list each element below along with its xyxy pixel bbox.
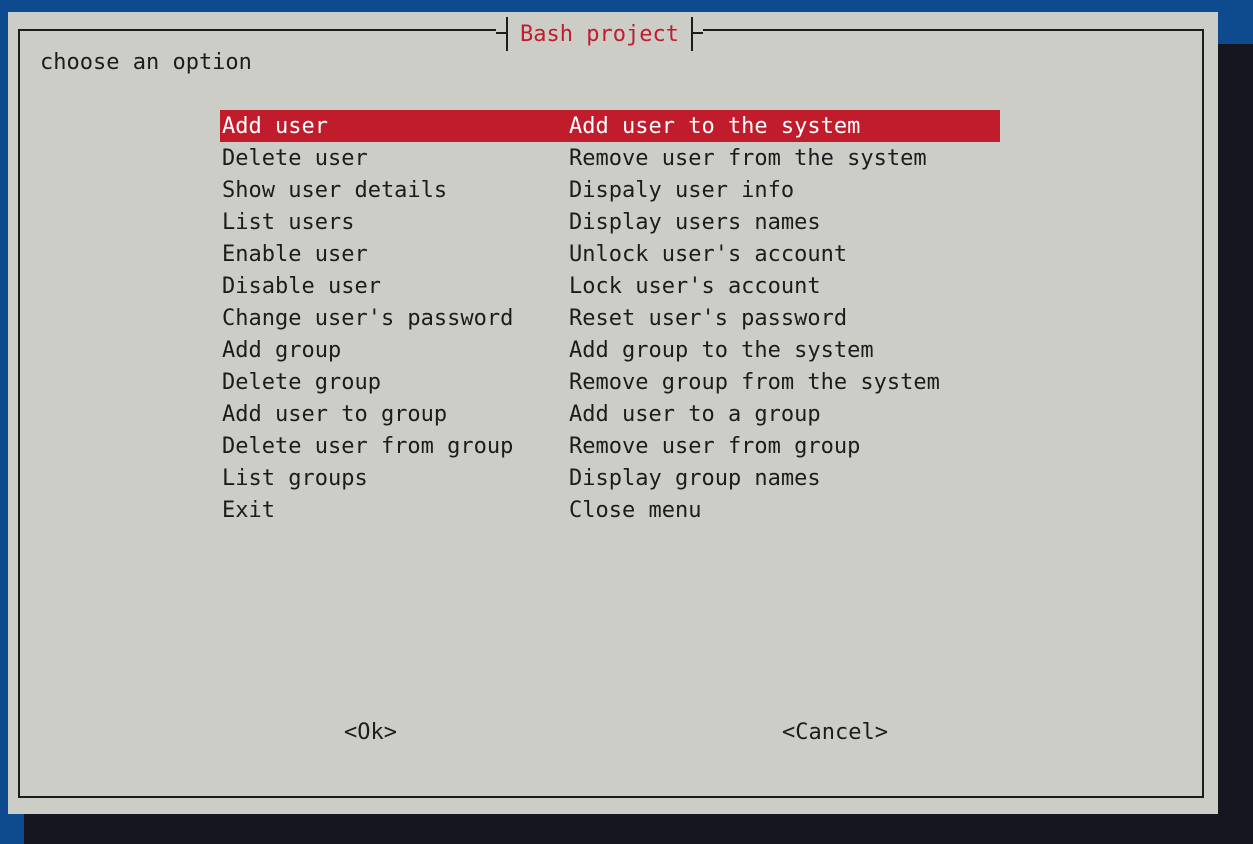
menu-item-description: Unlock user's account (569, 241, 848, 267)
cancel-button[interactable]: <Cancel> (782, 720, 888, 745)
menu-item-show-user-details[interactable]: Show user details Dispaly user info (220, 174, 1000, 206)
menu-item-description: Add group to the system (569, 337, 874, 363)
menu-item-add-user[interactable]: Add user Add user to the system (220, 110, 1000, 142)
dialog-prompt: choose an option (40, 50, 252, 75)
title-border-right (690, 17, 703, 51)
menu-item-description: Display group names (569, 465, 821, 491)
menu-item-tag: Change user's password (222, 305, 514, 331)
menu-item-description: Close menu (569, 497, 702, 523)
menu-item-tag: Enable user (222, 241, 368, 267)
menu-item-tag: Delete user from group (222, 433, 514, 459)
menu-item-exit[interactable]: Exit Close menu (220, 494, 1000, 526)
menu-item-tag: List groups (222, 465, 368, 491)
dialog-shadow-bottom (24, 814, 1253, 844)
menu-item-description: Remove group from the system (569, 369, 940, 395)
menu-list: Add user Add user to the system Delete u… (220, 110, 1000, 526)
menu-item-enable-user[interactable]: Enable user Unlock user's account (220, 238, 1000, 270)
menu-item-description: Lock user's account (569, 273, 821, 299)
menu-item-tag: Add user to group (222, 401, 448, 427)
dialog-shadow-right (1218, 44, 1253, 844)
menu-item-delete-group[interactable]: Delete group Remove group from the syste… (220, 366, 1000, 398)
menu-item-tag: Add group (222, 337, 342, 363)
ok-button[interactable]: <Ok> (344, 720, 397, 745)
menu-item-disable-user[interactable]: Disable user Lock user's account (220, 270, 1000, 302)
menu-item-change-password[interactable]: Change user's password Reset user's pass… (220, 302, 1000, 334)
dialog-window: Bash project choose an option Add user A… (8, 12, 1218, 814)
menu-item-tag: Disable user (222, 273, 381, 299)
menu-item-tag: Show user details (222, 177, 448, 203)
menu-item-tag: Add user (222, 113, 328, 139)
menu-item-tag: Delete group (222, 369, 381, 395)
title-border-left (496, 17, 508, 51)
menu-item-description: Remove user from group (569, 433, 861, 459)
menu-item-delete-user-from-group[interactable]: Delete user from group Remove user from … (220, 430, 1000, 462)
menu-item-tag: Delete user (222, 145, 368, 171)
menu-item-description: Display users names (569, 209, 821, 235)
menu-item-description: Dispaly user info (569, 177, 795, 203)
menu-item-list-users[interactable]: List users Display users names (220, 206, 1000, 238)
menu-item-description: Add user to a group (569, 401, 821, 427)
dialog-title: Bash project (520, 21, 679, 47)
menu-item-tag: Exit (222, 497, 275, 523)
dialog-title-bar: Bash project (496, 14, 703, 54)
menu-item-description: Remove user from the system (569, 145, 927, 171)
menu-item-description: Reset user's password (569, 305, 848, 331)
menu-item-list-groups[interactable]: List groups Display group names (220, 462, 1000, 494)
menu-item-add-user-to-group[interactable]: Add user to group Add user to a group (220, 398, 1000, 430)
menu-item-delete-user[interactable]: Delete user Remove user from the system (220, 142, 1000, 174)
menu-item-description: Add user to the system (569, 113, 861, 139)
menu-item-tag: List users (222, 209, 355, 235)
menu-item-add-group[interactable]: Add group Add group to the system (220, 334, 1000, 366)
